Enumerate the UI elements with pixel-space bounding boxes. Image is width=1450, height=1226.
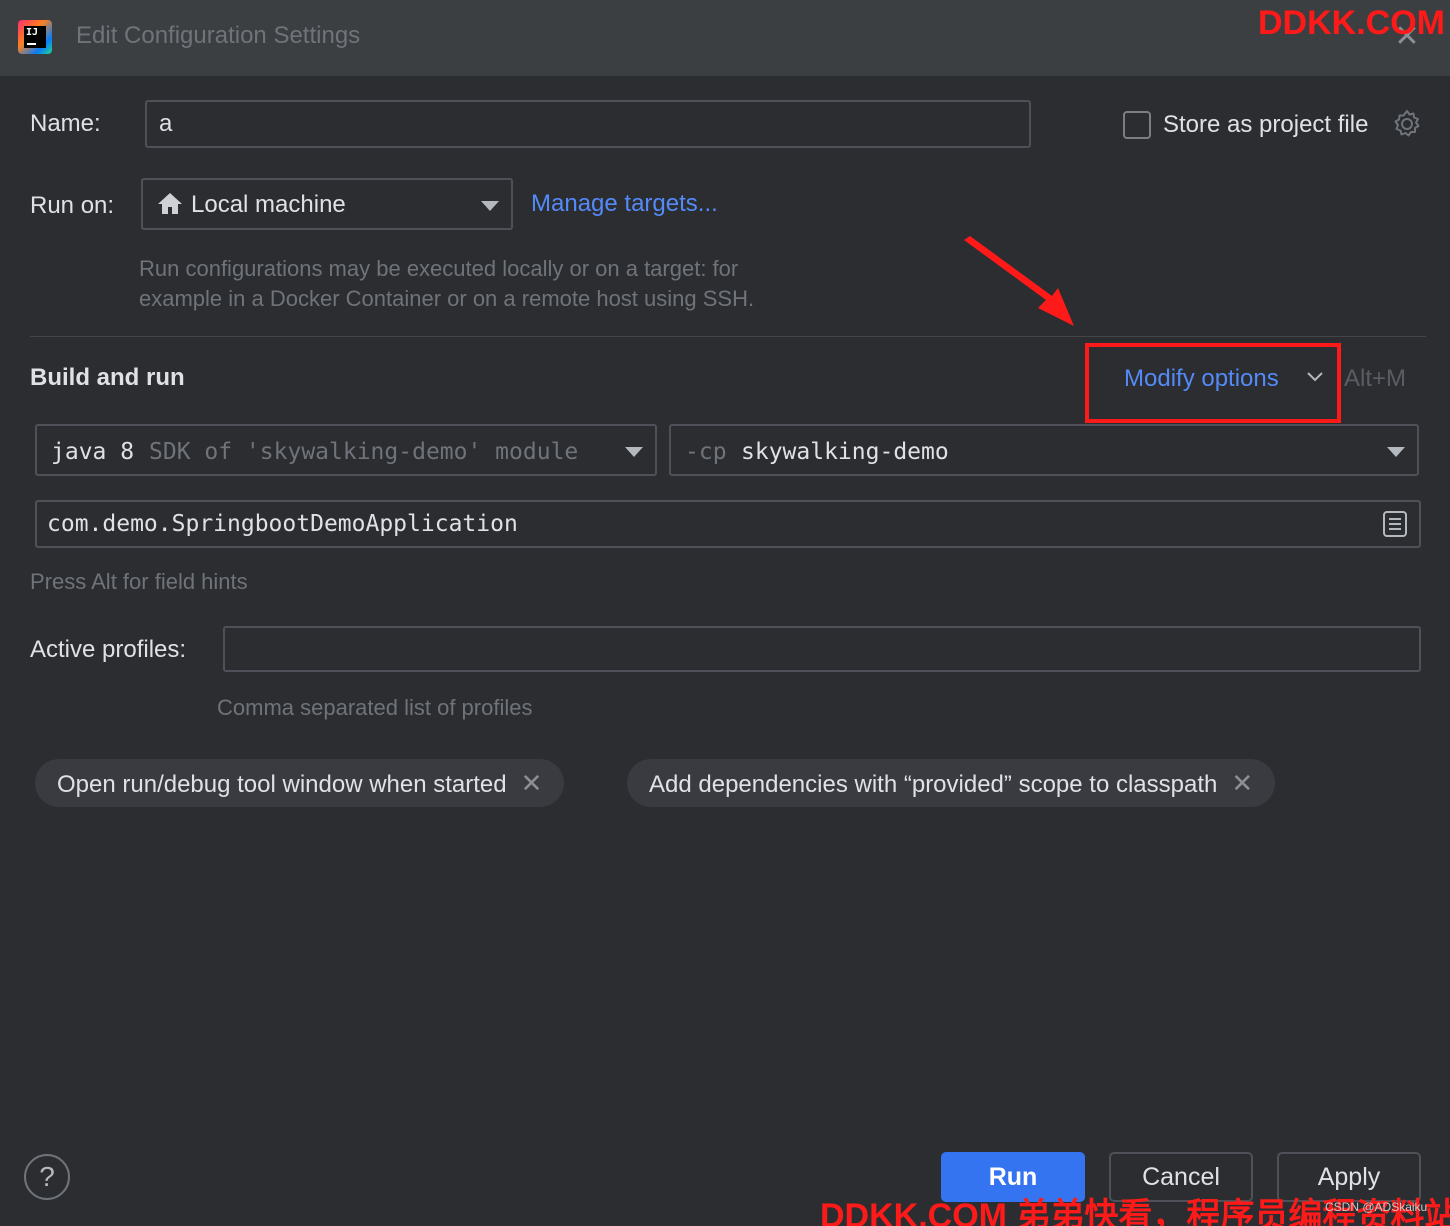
store-as-project-label: Store as project file [1163,111,1369,138]
classpath-value: skywalking-demo [741,439,949,465]
active-profiles-label: Active profiles: [30,636,187,663]
main-class-input[interactable]: com.demo.SpringbootDemoApplication [35,500,1421,548]
intellij-idea-icon: IJ [18,20,52,54]
remove-icon[interactable]: ✕ [521,768,543,798]
option-chip-provided-scope[interactable]: Add dependencies with “provided” scope t… [627,759,1276,807]
active-profiles-input[interactable] [223,626,1421,672]
run-on-hint-2: example in a Docker Container or on a re… [139,286,755,311]
annotation-arrow [964,236,1074,326]
watermark-small: CSDN @ADSkaiku [1325,1200,1428,1214]
chevron-down-icon [1387,447,1405,457]
build-and-run-title: Build and run [30,364,185,391]
name-input[interactable]: a [145,100,1031,148]
chip-label: Open run/debug tool window when started [57,771,507,798]
chevron-down-icon [1307,372,1323,382]
run-on-hint-1: Run configurations may be executed local… [139,256,739,281]
main-class-value: com.demo.SpringbootDemoApplication [47,511,518,537]
classpath-prefix: -cp [685,439,727,465]
chevron-down-icon [481,201,499,211]
remove-icon[interactable]: ✕ [1231,768,1253,798]
gear-icon[interactable] [1391,108,1423,140]
run-on-select[interactable]: Local machine [141,178,513,230]
chip-label: Add dependencies with “provided” scope t… [649,771,1218,798]
home-icon [158,193,182,214]
chevron-down-icon [625,447,643,457]
jdk-select[interactable]: java 8 SDK of 'skywalking-demo' module [35,424,657,476]
field-hints-text: Press Alt for field hints [30,569,248,594]
manage-targets-link[interactable]: Manage targets... [531,190,718,218]
dialog-title: Edit Configuration Settings [76,22,361,49]
active-profiles-hint: Comma separated list of profiles [217,695,533,720]
run-on-label: Run on: [30,192,115,219]
separator [30,336,1426,337]
watermark-top: DDKK.COM [1258,4,1445,42]
help-button[interactable]: ? [24,1154,70,1200]
option-chip-open-tool-window[interactable]: Open run/debug tool window when started ✕ [35,759,565,807]
title-bar: IJ Edit Configuration Settings ✕ [0,0,1450,76]
store-as-project-checkbox[interactable] [1123,111,1151,139]
jdk-description: SDK of 'skywalking-demo' module [149,439,579,465]
jdk-value: java 8 [51,439,135,465]
name-label: Name: [30,110,101,137]
classpath-select[interactable]: -cp skywalking-demo [669,424,1419,476]
modify-options-link[interactable]: Modify options [1124,365,1279,393]
modify-options-shortcut: Alt+M [1344,365,1407,392]
run-on-value: Local machine [191,191,346,218]
browse-class-icon[interactable] [1382,510,1408,538]
